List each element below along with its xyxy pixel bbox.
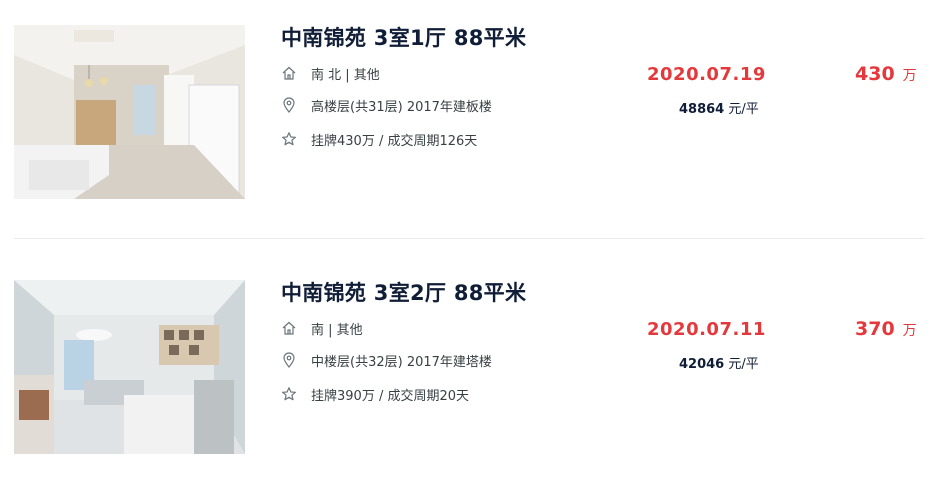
- total-price-value: 370: [855, 318, 895, 340]
- position-info: 中楼层(共32层) 2017年建塔楼: [281, 350, 492, 370]
- listing-title[interactable]: 中南锦苑 3室2厅 88平米: [281, 277, 526, 307]
- listing-photo[interactable]: [14, 25, 245, 199]
- total-price-unit: 万: [902, 323, 917, 339]
- unit-price-value: 48864: [679, 102, 725, 117]
- deal-date: 2020.07.19: [647, 64, 766, 85]
- position-info: 高楼层(共31层) 2017年建板楼: [281, 95, 492, 115]
- star-icon: [281, 131, 297, 147]
- unit-price-unit: 元/平: [728, 357, 759, 372]
- unit-price-unit: 元/平: [728, 102, 759, 117]
- deal-date: 2020.07.11: [647, 319, 766, 340]
- listing-item-2: 中南锦苑 3室2厅 88平米 南 | 其他 中楼层(共32层) 2017年建塔楼…: [0, 255, 939, 455]
- total-price: 430 万: [855, 63, 917, 85]
- unit-price-value: 42046: [679, 357, 725, 372]
- star-icon: [281, 386, 297, 402]
- deal-cycle-info: 挂牌430万 / 成交周期126天: [281, 129, 477, 149]
- house-icon: [281, 320, 297, 336]
- deal-cycle-info: 挂牌390万 / 成交周期20天: [281, 384, 469, 404]
- house-info: 南 北 | 其他: [281, 63, 380, 83]
- listing-title[interactable]: 中南锦苑 3室1厅 88平米: [281, 22, 526, 52]
- position-info-text: 高楼层(共31层) 2017年建板楼: [311, 99, 492, 115]
- location-pin-icon: [281, 97, 297, 113]
- house-info-text: 南 | 其他: [311, 322, 363, 338]
- unit-price: 48864 元/平: [679, 98, 759, 117]
- divider: [14, 238, 924, 239]
- deal-cycle-text: 挂牌430万 / 成交周期126天: [311, 133, 478, 149]
- total-price-value: 430: [855, 63, 895, 85]
- location-pin-icon: [281, 352, 297, 368]
- house-info-text: 南 北 | 其他: [311, 67, 380, 83]
- listing-item-1: 中南锦苑 3室1厅 88平米 南 北 | 其他 高楼层(共31层) 2017年建…: [0, 0, 939, 200]
- total-price-unit: 万: [902, 68, 917, 84]
- deal-cycle-text: 挂牌390万 / 成交周期20天: [311, 388, 469, 404]
- house-info: 南 | 其他: [281, 318, 363, 338]
- unit-price: 42046 元/平: [679, 353, 759, 372]
- listing-photo[interactable]: [14, 280, 245, 454]
- house-icon: [281, 65, 297, 81]
- total-price: 370 万: [855, 318, 917, 340]
- position-info-text: 中楼层(共32层) 2017年建塔楼: [311, 354, 492, 370]
